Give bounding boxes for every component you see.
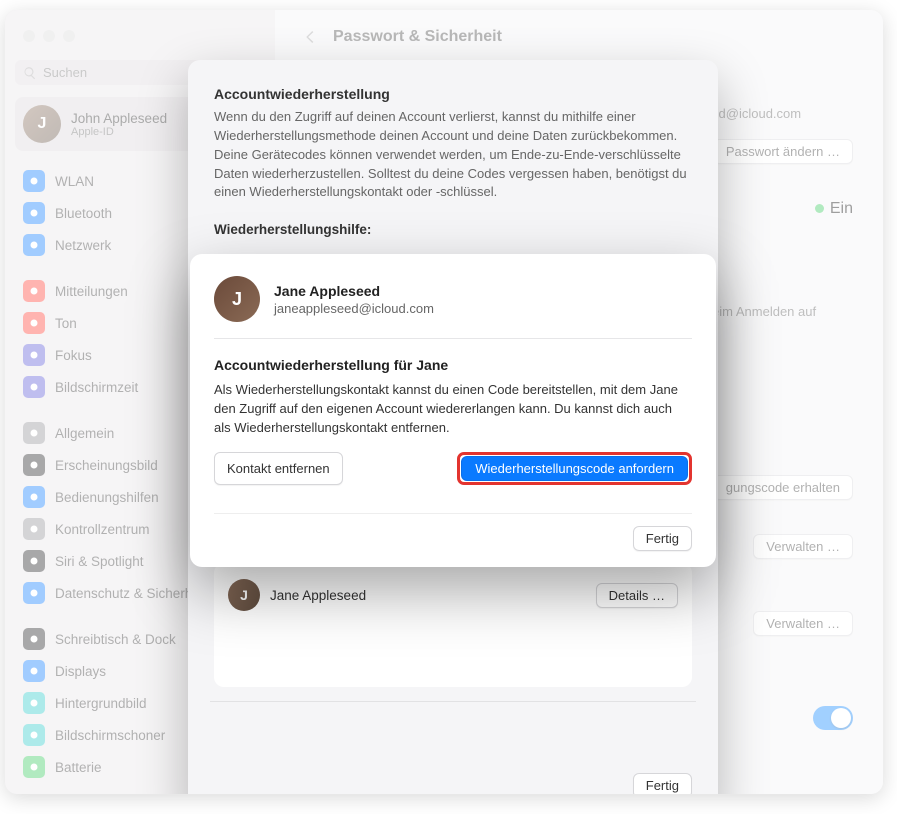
sheet-done-button[interactable]: Fertig: [633, 773, 692, 794]
dialog-done-button[interactable]: Fertig: [633, 526, 692, 551]
avatar: J: [228, 579, 260, 611]
avatar: J: [214, 276, 260, 322]
recovery-contact-dialog: J Jane Appleseed janeappleseed@icloud.co…: [190, 254, 716, 567]
contact-name: Jane Appleseed: [274, 283, 434, 299]
sheet-heading: Accountwiederherstellung: [214, 86, 692, 102]
settings-window: J John Appleseed Apple-ID WLANBluetoothN…: [5, 10, 883, 794]
request-recovery-code-button[interactable]: Wiederherstellungscode anfordern: [461, 456, 688, 481]
highlight-annotation: Wiederherstellungscode anfordern: [457, 452, 692, 485]
recovery-contact-card: J Jane Appleseed Details …: [214, 563, 692, 687]
details-button[interactable]: Details …: [596, 583, 678, 608]
remove-contact-button[interactable]: Kontakt entfernen: [214, 452, 343, 485]
contact-email: janeappleseed@icloud.com: [274, 301, 434, 316]
dialog-body: Als Wiederherstellungskontakt kannst du …: [214, 381, 692, 438]
recovery-help-heading: Wiederherstellungshilfe:: [214, 222, 692, 237]
recovery-contact-name: Jane Appleseed: [270, 588, 586, 603]
dialog-title: Accountwiederherstellung für Jane: [214, 357, 692, 373]
sheet-description: Wenn du den Zugriff auf deinen Account v…: [214, 108, 692, 202]
